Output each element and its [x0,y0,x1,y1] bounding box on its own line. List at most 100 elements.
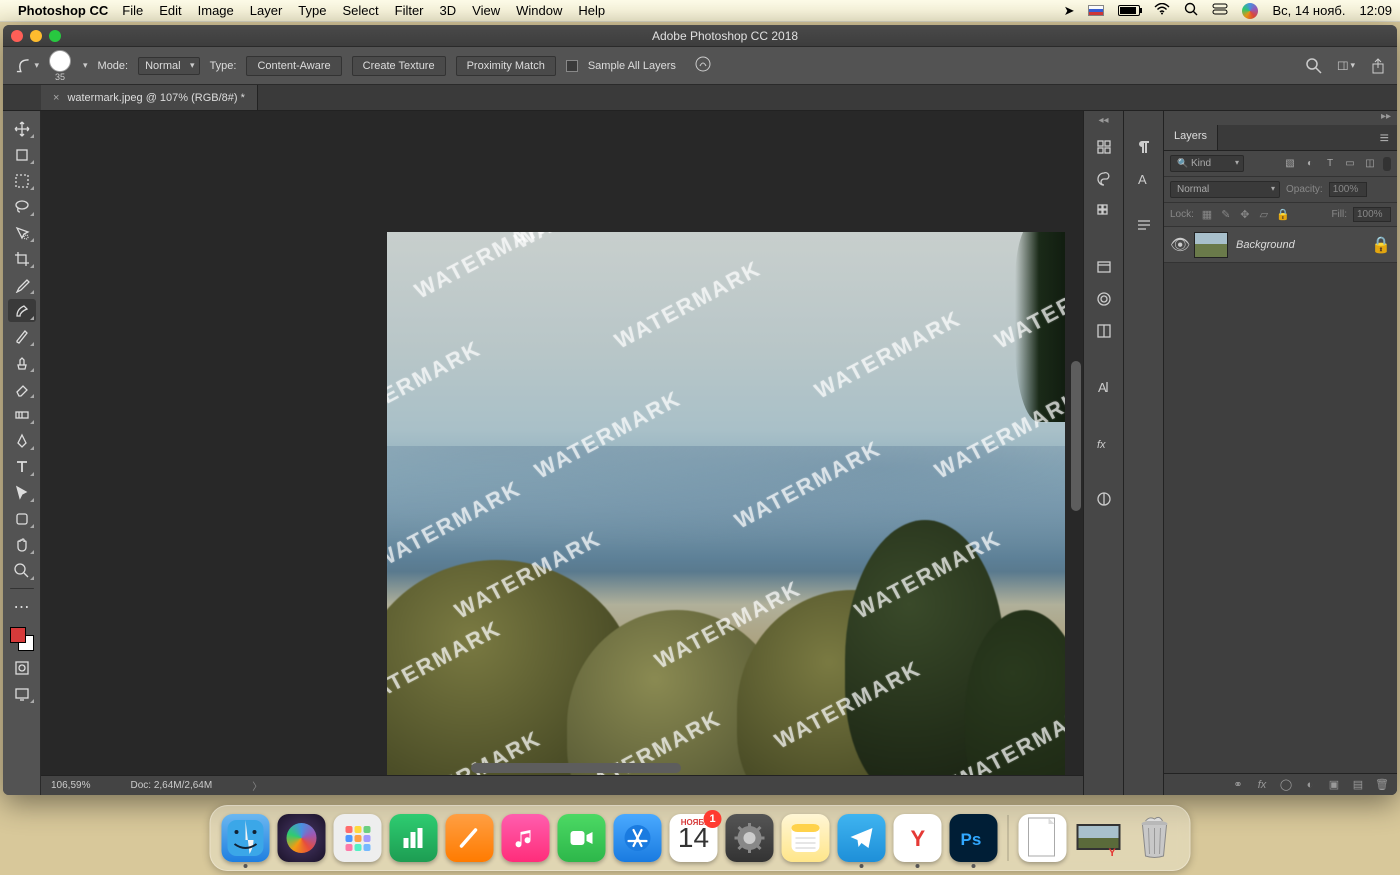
dock-photoshop[interactable]: Ps [950,814,998,862]
document-info[interactable]: Doc: 2,64M/2,64M [130,780,212,791]
dock-appstore[interactable] [614,814,662,862]
spot-healing-brush-tool[interactable] [8,299,36,322]
menu-help[interactable]: Help [578,3,605,18]
properties-panel-icon[interactable] [1090,485,1118,513]
glyphs-panel-icon[interactable]: fx [1090,429,1118,457]
color-panel-icon[interactable] [1090,165,1118,193]
swatches-panel-icon[interactable] [1090,197,1118,225]
dock-pages[interactable] [446,814,494,862]
filter-type-icon[interactable]: T [1323,157,1337,171]
adjustments-panel-icon[interactable] [1090,317,1118,345]
menubar-date[interactable]: Вс, 14 нояб. [1272,3,1345,18]
status-chevron-icon[interactable]: 〉 [252,778,262,793]
type-tool[interactable] [8,455,36,478]
type-content-aware-button[interactable]: Content-Aware [246,56,341,76]
menu-edit[interactable]: Edit [159,3,181,18]
menu-view[interactable]: View [472,3,500,18]
app-menu[interactable]: Photoshop CC [18,3,108,18]
dock-finder[interactable] [222,814,270,862]
adjustment-layer-icon[interactable]: ◐ [1303,779,1317,791]
window-close-button[interactable] [11,30,23,42]
pen-tool[interactable] [8,429,36,452]
lock-position-icon[interactable]: ✥ [1238,208,1252,222]
zoom-level[interactable]: 106,59% [51,780,90,791]
delete-layer-icon[interactable]: 🗑 [1375,778,1389,791]
dock-recent-doc-2[interactable]: Y [1075,814,1123,862]
control-center-icon[interactable] [1212,3,1228,18]
link-layers-icon[interactable]: ⚭ [1231,778,1245,791]
input-source-icon[interactable] [1088,5,1104,16]
filter-shape-icon[interactable]: ▭ [1343,157,1357,171]
expand-panels-icon[interactable]: ▸▸ [1164,111,1397,125]
share-icon[interactable] [1369,57,1387,75]
document-tab[interactable]: × watermark.jpeg @ 107% (RGB/8#) * [41,85,258,110]
menu-window[interactable]: Window [516,3,562,18]
path-select-tool[interactable] [8,481,36,504]
dock-settings[interactable] [726,814,774,862]
sample-all-layers-checkbox[interactable] [566,60,578,72]
dock-recent-doc-1[interactable] [1019,814,1067,862]
edit-toolbar-icon[interactable]: ⋯ [8,595,36,618]
layer-mask-icon[interactable]: ◯ [1279,778,1293,791]
artboard-tool[interactable] [8,143,36,166]
lock-pixels-icon[interactable]: ✎ [1219,208,1233,222]
zoom-tool[interactable] [8,559,36,582]
move-tool[interactable] [8,117,36,140]
foreground-background-colors[interactable] [8,625,36,653]
new-layer-icon[interactable]: ▤ [1351,778,1365,791]
layer-filter-kind[interactable]: 🔍 Kind [1170,155,1244,172]
dock-siri[interactable] [278,814,326,862]
layer-fx-icon[interactable]: fx [1255,779,1269,791]
opacity-input[interactable]: 100% [1329,182,1367,197]
shape-tool[interactable] [8,507,36,530]
spotlight-icon[interactable] [1184,2,1198,19]
menu-layer[interactable]: Layer [250,3,283,18]
workspace-switcher-icon[interactable]: ▾ [1337,57,1355,75]
vertical-scrollbar[interactable] [1069,231,1083,651]
quick-select-tool[interactable] [8,221,36,244]
dock-launchpad[interactable] [334,814,382,862]
layer-name[interactable]: Background [1236,239,1363,251]
eyedropper-tool[interactable] [8,273,36,296]
lock-transparency-icon[interactable]: ▦ [1200,208,1214,222]
brush-tool[interactable] [8,325,36,348]
battery-icon[interactable] [1118,5,1140,16]
window-minimize-button[interactable] [30,30,42,42]
wifi-icon[interactable] [1154,3,1170,18]
lasso-tool[interactable] [8,195,36,218]
layer-lock-icon[interactable]: 🔒 [1371,235,1391,255]
dock-numbers[interactable] [390,814,438,862]
screen-mode-icon[interactable] [8,682,36,705]
gradient-tool[interactable] [8,403,36,426]
clone-stamp-tool[interactable] [8,351,36,374]
current-tool-icon[interactable]: ▾ [13,53,39,79]
layers-tab[interactable]: Layers [1164,125,1218,150]
paragraph-panel-icon[interactable] [1130,133,1158,161]
menu-3d[interactable]: 3D [440,3,457,18]
libraries-panel-icon[interactable] [1090,253,1118,281]
document-canvas[interactable]: WATERMARK WATERMARK WATERMARK WATERMARK … [387,232,1065,780]
collapse-icon[interactable] [1142,115,1145,129]
layer-row[interactable]: 👁 Background 🔒 [1164,227,1397,263]
type-create-texture-button[interactable]: Create Texture [352,56,446,76]
filter-pixel-icon[interactable]: ▧ [1283,157,1297,171]
blend-mode-select[interactable]: Normal [1170,181,1280,198]
dock-yandex[interactable]: Y [894,814,942,862]
dock-telegram[interactable] [838,814,886,862]
menu-image[interactable]: Image [198,3,234,18]
filter-smart-icon[interactable]: ◫ [1363,157,1377,171]
pressure-icon[interactable] [694,55,712,76]
paragraph-styles-icon[interactable] [1130,211,1158,239]
dock-music[interactable] [502,814,550,862]
dock-trash[interactable] [1131,814,1179,862]
quick-mask-icon[interactable] [8,656,36,679]
history-panel-icon[interactable] [1090,133,1118,161]
crop-tool[interactable] [8,247,36,270]
horizontal-scrollbar[interactable] [381,761,1073,775]
panel-menu-icon[interactable]: ≡ [1372,125,1397,150]
menubar-time[interactable]: 12:09 [1359,3,1392,18]
layer-thumbnail[interactable] [1194,232,1228,258]
layer-group-icon[interactable]: ▣ [1327,778,1341,791]
cc-libraries-icon[interactable] [1090,285,1118,313]
dock-facetime[interactable] [558,814,606,862]
